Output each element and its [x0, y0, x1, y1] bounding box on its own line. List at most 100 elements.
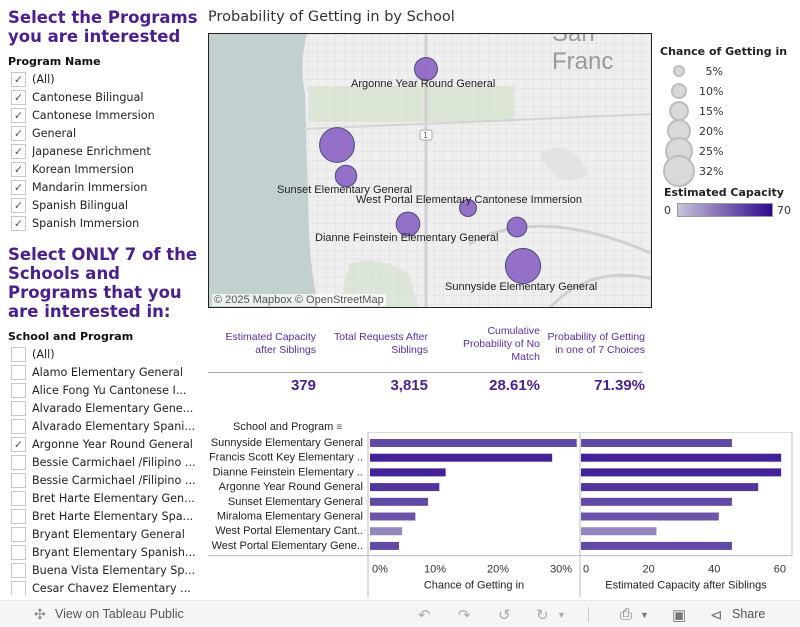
school-checkbox-label: Alvarado Elementary Gene... — [32, 401, 194, 415]
checkbox-checked[interactable]: ✓ — [11, 436, 26, 452]
school-marker[interactable] — [504, 247, 542, 285]
checkbox-unchecked[interactable] — [11, 472, 26, 488]
school-marker[interactable] — [319, 127, 355, 163]
school-checkbox-item[interactable]: Alice Fong Yu Cantonese I... — [0, 381, 205, 399]
program-filter-title: Select the Programs you are interested — [8, 8, 198, 46]
checkbox-unchecked[interactable] — [11, 526, 26, 542]
size-legend-item: 10% — [655, 81, 800, 101]
checkbox-unchecked[interactable] — [11, 580, 26, 595]
checkbox-unchecked[interactable] — [11, 508, 26, 524]
program-checkbox-label: General — [32, 126, 77, 140]
school-checkbox-item[interactable]: ✓ Argonne Year Round General — [0, 435, 205, 453]
school-checkbox-item[interactable]: Cesar Chavez Elementary ... — [0, 579, 205, 595]
redo-icon[interactable]: ↷ — [458, 606, 471, 624]
checkbox-unchecked[interactable] — [11, 400, 26, 416]
checkbox-unchecked[interactable] — [11, 544, 26, 560]
school-marker[interactable] — [506, 216, 528, 238]
bar[interactable] — [370, 527, 403, 536]
kpi-value: 28.61% — [489, 377, 540, 394]
checkbox-checked[interactable]: ✓ — [11, 143, 26, 159]
bar[interactable] — [370, 512, 416, 521]
bar[interactable] — [370, 497, 428, 506]
school-checkbox-item[interactable]: Alvarado Elementary Spani... — [0, 417, 205, 435]
school-checkbox-item[interactable]: Bessie Carmichael /Filipino ... — [0, 471, 205, 489]
checkbox-checked[interactable]: ✓ — [11, 71, 26, 87]
bar[interactable] — [370, 468, 446, 477]
school-checkbox-item[interactable]: Bret Harte Elementary Spa... — [0, 507, 205, 525]
program-checkbox-item[interactable]: ✓ (All) — [0, 70, 205, 88]
program-checkbox-item[interactable]: ✓ Korean Immersion — [0, 160, 205, 178]
bar[interactable] — [581, 483, 759, 492]
bar[interactable] — [370, 541, 399, 550]
school-checkbox-label: Bret Harte Elementary Spa... — [32, 509, 194, 523]
share-button[interactable]: Share — [732, 607, 765, 621]
bar[interactable] — [581, 512, 719, 521]
checkbox-checked[interactable]: ✓ — [11, 161, 26, 177]
category-label: Francis Scott Key Elementary .. — [209, 452, 363, 464]
school-checkbox-item[interactable]: Buena Vista Elementary Sp... — [0, 561, 205, 579]
program-checkbox-item[interactable]: ✓ Cantonese Bilingual — [0, 88, 205, 106]
bar[interactable] — [370, 483, 440, 492]
kpi-header: Cumulative Probability of No Match — [462, 325, 540, 363]
school-checkbox-item[interactable]: (All) — [0, 345, 205, 363]
undo-icon[interactable]: ↶ — [418, 606, 431, 624]
kpi-header: Estimated Capacity after Siblings — [225, 331, 316, 356]
school-checkbox-item[interactable]: Bret Harte Elementary Gen... — [0, 489, 205, 507]
program-checkbox-item[interactable]: ✓ Mandarin Immersion — [0, 178, 205, 196]
view-on-tableau-link[interactable]: View on Tableau Public — [55, 607, 184, 621]
checkbox-checked[interactable]: ✓ — [11, 215, 26, 231]
refresh-icon[interactable]: ↻ — [536, 606, 549, 624]
revert-icon[interactable]: ↺ — [498, 606, 511, 624]
checkbox-checked[interactable]: ✓ — [11, 107, 26, 123]
school-checkbox-item[interactable]: Bessie Carmichael /Filipino ... — [0, 453, 205, 471]
school-map[interactable]: 1 San Franc Argonne Year Round General Su… — [208, 33, 652, 308]
program-checkbox-label: Cantonese Immersion — [32, 108, 155, 122]
program-checkbox-item[interactable]: ✓ Spanish Bilingual — [0, 196, 205, 214]
school-checkbox-item[interactable]: Bryant Elementary General — [0, 525, 205, 543]
school-checkbox-item[interactable]: Bryant Elementary Spanish... — [0, 543, 205, 561]
bar[interactable] — [581, 497, 732, 506]
bar[interactable] — [581, 439, 732, 447]
size-legend-label: 5% — [705, 64, 723, 78]
program-checkbox-item[interactable]: ✓ General — [0, 124, 205, 142]
program-checkbox-item[interactable]: ✓ Spanish Immersion — [0, 214, 205, 232]
program-checkbox-item[interactable]: ✓ Japanese Enrichment — [0, 142, 205, 160]
program-filter-header: Program Name — [8, 55, 101, 68]
checkbox-checked[interactable]: ✓ — [11, 125, 26, 141]
bar[interactable] — [581, 527, 657, 536]
checkbox-unchecked[interactable] — [11, 418, 26, 434]
kpi-divider — [208, 372, 643, 373]
program-checkbox-label: Japanese Enrichment — [32, 144, 151, 158]
program-filter-list: ✓ (All) ✓ Cantonese Bilingual ✓ Cantonese Imm… — [0, 70, 205, 232]
school-checkbox-label: Argonne Year Round General — [32, 437, 193, 451]
checkbox-checked[interactable]: ✓ — [11, 197, 26, 213]
refresh-dropdown-icon[interactable]: ▼ — [557, 610, 566, 620]
school-checkbox-item[interactable]: Alamo Elementary General — [0, 363, 205, 381]
program-checkbox-label: Spanish Immersion — [32, 216, 140, 230]
download-icon[interactable]: ⎙ — [620, 606, 632, 623]
bar[interactable] — [370, 453, 553, 462]
axis-title: Chance of Getting in — [424, 580, 524, 592]
program-checkbox-item[interactable]: ✓ Cantonese Immersion — [0, 106, 205, 124]
bar[interactable] — [581, 541, 732, 550]
checkbox-unchecked[interactable] — [11, 454, 26, 470]
tick-label: 40 — [708, 564, 720, 576]
bar[interactable] — [581, 468, 782, 477]
checkbox-unchecked[interactable] — [11, 364, 26, 380]
bar[interactable] — [370, 439, 577, 447]
map-attribution[interactable]: © 2025 Mapbox © OpenStreetMap — [212, 294, 386, 306]
checkbox-unchecked[interactable] — [11, 562, 26, 578]
checkbox-unchecked[interactable] — [11, 382, 26, 398]
checkbox-checked[interactable]: ✓ — [11, 89, 26, 105]
checkbox-unchecked[interactable] — [11, 490, 26, 506]
fullscreen-icon[interactable]: ▣ — [672, 606, 686, 624]
category-label: Sunnyside Elementary General — [211, 437, 363, 449]
school-checkbox-item[interactable]: Alvarado Elementary Gene... — [0, 399, 205, 417]
share-icon[interactable]: ⊲ — [710, 606, 723, 624]
checkbox-unchecked[interactable] — [11, 346, 26, 362]
bar[interactable] — [581, 453, 782, 462]
school-filter-list: (All) Alamo Elementary General Alice Fong … — [0, 345, 205, 595]
checkbox-checked[interactable]: ✓ — [11, 179, 26, 195]
size-legend-label: 32% — [699, 164, 724, 178]
download-dropdown-icon[interactable]: ▼ — [640, 610, 649, 620]
